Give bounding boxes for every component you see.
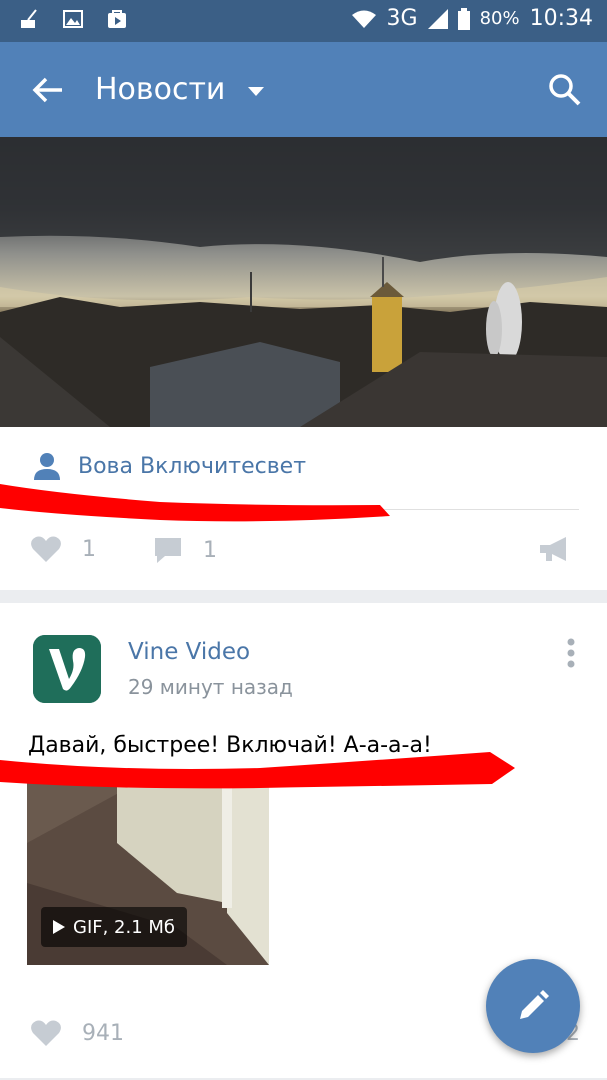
comment-count: 1	[203, 537, 217, 563]
network-type: 3G	[386, 6, 418, 31]
battery-icon	[457, 7, 470, 30]
play-icon	[53, 920, 65, 934]
heart-icon	[31, 1020, 61, 1046]
post-author-name[interactable]: Vine Video	[128, 639, 250, 665]
comment-icon	[155, 538, 181, 563]
broom-icon	[21, 9, 37, 28]
like-count: 941	[82, 1020, 124, 1046]
play-store-icon	[108, 10, 126, 28]
post-timestamp: 29 минут назад	[128, 675, 293, 699]
gif-size-label: GIF, 2.1 Мб	[73, 916, 176, 938]
like-button[interactable]: 941	[30, 1019, 124, 1047]
post-author-name[interactable]: Вова Включитесвет	[78, 454, 306, 479]
status-bar: 3G 80% 10:34	[0, 0, 607, 42]
post-photo[interactable]	[0, 137, 607, 427]
gif-badge: GIF, 2.1 Мб	[41, 907, 188, 947]
back-arrow-icon[interactable]	[28, 70, 68, 110]
comment-button[interactable]: 1	[153, 535, 217, 565]
post-actions: 1 1	[0, 525, 607, 575]
post-media[interactable]: GIF, 2.1 Мб	[27, 783, 269, 965]
image-icon	[63, 10, 83, 28]
share-button[interactable]	[538, 535, 570, 563]
avatar[interactable]	[33, 635, 101, 703]
status-indicators: 3G 80% 10:34	[351, 6, 593, 31]
chevron-down-icon[interactable]	[246, 84, 266, 98]
post-author-row[interactable]: Вова Включитесвет	[32, 451, 306, 481]
app-bar: Новости	[0, 42, 607, 137]
megaphone-icon	[540, 537, 566, 561]
page-title[interactable]: Новости	[95, 72, 225, 107]
like-button[interactable]: 1	[30, 535, 96, 563]
cityscape-photo	[0, 137, 607, 427]
divider	[28, 509, 579, 510]
signal-icon	[427, 8, 448, 29]
more-vertical-icon[interactable]	[565, 637, 577, 669]
heart-icon	[31, 536, 61, 562]
pencil-icon	[520, 990, 549, 1019]
wifi-icon	[351, 10, 376, 28]
battery-percent: 80%	[479, 8, 520, 29]
search-icon[interactable]	[545, 70, 585, 110]
compose-button[interactable]	[486, 959, 580, 1053]
post-text: Давай, быстрее! Включай! А-а-а-а!	[28, 733, 432, 758]
notification-icons	[18, 8, 128, 30]
like-count: 1	[82, 536, 96, 562]
user-icon	[34, 453, 60, 480]
clock: 10:34	[529, 6, 593, 31]
post-card: Вова Включитесвет 1 1	[0, 137, 607, 590]
vine-logo-icon	[33, 635, 101, 703]
